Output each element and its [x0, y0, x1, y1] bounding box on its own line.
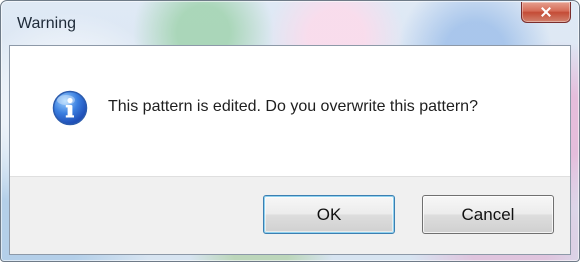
- close-icon: [540, 6, 552, 18]
- dialog-client-area: This pattern is edited. Do you overwrite…: [9, 45, 571, 255]
- ok-button-label: OK: [316, 205, 342, 224]
- dialog-title: Warning: [17, 15, 76, 32]
- cancel-button-label: Cancel: [461, 205, 515, 224]
- ok-button[interactable]: OK: [263, 195, 395, 234]
- dialog-message: This pattern is edited. Do you overwrite…: [108, 98, 478, 115]
- info-icon: [52, 90, 88, 126]
- message-area: This pattern is edited. Do you overwrite…: [10, 46, 570, 176]
- close-button[interactable]: [521, 2, 571, 23]
- warning-dialog: Warning This pattern is edited. Do you o…: [0, 0, 580, 262]
- button-bar: OK Cancel: [10, 176, 570, 254]
- titlebar: Warning: [1, 1, 579, 45]
- cancel-button[interactable]: Cancel: [422, 195, 554, 234]
